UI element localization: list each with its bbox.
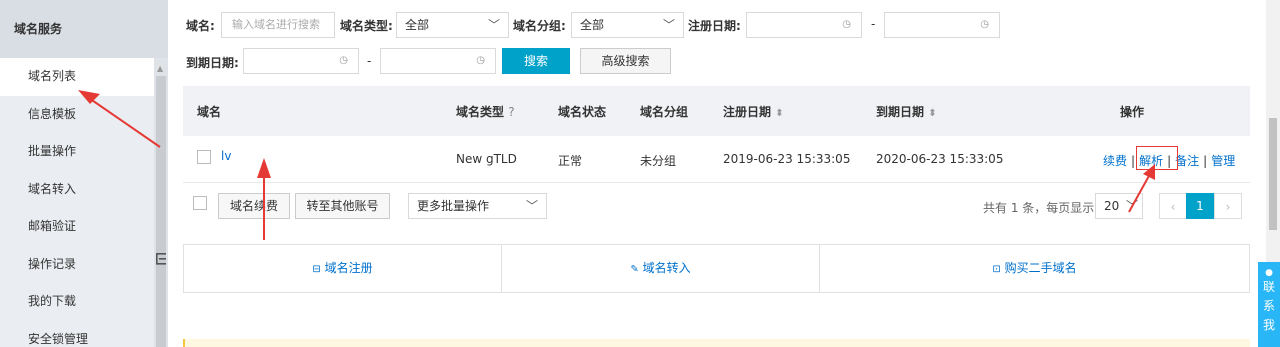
table-footer: 域名续费 转至其他账号 更多批量操作 ﹀ 共有 1 条，每页显示: 20 ﹀ ‹… — [183, 183, 1250, 227]
sidebar-item-domain-list[interactable]: 域名列表 — [0, 58, 154, 96]
advanced-search-button[interactable]: 高级搜索 — [580, 48, 671, 74]
domain-type-value: 全部 — [405, 18, 430, 32]
domain-transfer-label: 域名转入 — [642, 261, 691, 275]
domain-register-label: 域名注册 — [324, 261, 373, 275]
register-icon: ⊟ — [312, 264, 321, 275]
col-reg-date[interactable]: 注册日期 ⬍ — [723, 103, 784, 120]
cell-type: New gTLD — [456, 152, 517, 166]
col-type-label: 域名类型 — [456, 105, 505, 119]
domain-transfer-action[interactable]: ✎ 域名转入 — [502, 245, 819, 292]
calendar-icon: ◷ — [842, 19, 851, 30]
sidebar-item-batch-ops[interactable]: 批量操作 — [0, 133, 154, 171]
select-all-checkbox[interactable] — [193, 196, 207, 210]
col-reg-date-label: 注册日期 — [723, 105, 772, 119]
cell-status: 正常 — [558, 154, 583, 168]
prev-page-button[interactable]: ‹ — [1159, 193, 1187, 219]
col-group: 域名分组 — [640, 105, 689, 119]
col-exp-date-label: 到期日期 — [876, 105, 925, 119]
cart-icon: ⊡ — [992, 264, 1001, 275]
more-batch-value: 更多批量操作 — [417, 199, 490, 213]
reg-date-label: 注册日期: — [688, 19, 741, 33]
domain-group-value: 全部 — [580, 18, 605, 32]
page-size-value: 20 — [1104, 199, 1120, 213]
cell-group: 未分组 — [640, 154, 677, 168]
domain-register-action[interactable]: ⊟ 域名注册 — [184, 245, 501, 292]
table-header: 域名 域名类型 ? 域名状态 域名分组 注册日期 ⬍ 到期日期 ⬍ 操作 — [183, 86, 1250, 136]
sidebar-item-info-template[interactable]: 信息模板 — [0, 96, 154, 134]
chevron-down-icon: ﹀ — [1125, 199, 1138, 213]
manage-link[interactable]: 管理 — [1211, 154, 1235, 168]
sidebar-list: 域名列表 信息模板 批量操作 域名转入 邮箱验证 操作记录 我的下载 安全锁管理 — [0, 58, 154, 347]
sidebar-item-email-verify[interactable]: 邮箱验证 — [0, 208, 154, 246]
more-batch-select[interactable]: 更多批量操作 ﹀ — [408, 193, 547, 219]
total-count-text: 共有 1 条，每页显示: — [983, 201, 1099, 215]
col-domain: 域名 — [197, 105, 222, 119]
remark-link[interactable]: 备注 — [1175, 154, 1199, 168]
sidebar-item-domain-transfer[interactable]: 域名转入 — [0, 171, 154, 209]
row-checkbox[interactable] — [197, 150, 211, 164]
cell-reg-date: 2019-06-23 15:33:05 — [723, 152, 851, 166]
collapse-sidebar-icon[interactable] — [156, 252, 168, 268]
contact-us-button[interactable]: ● 联系我 — [1258, 262, 1280, 347]
sidebar: 域名服务 域名列表 信息模板 批量操作 域名转入 邮箱验证 操作记录 我的下载 … — [0, 0, 168, 347]
sort-icon[interactable]: ⬍ — [775, 108, 783, 119]
help-icon[interactable]: ? — [508, 105, 514, 119]
calendar-icon: ◷ — [476, 55, 485, 66]
batch-renew-button[interactable]: 域名续费 — [218, 193, 290, 219]
sort-icon[interactable]: ⬍ — [928, 108, 936, 119]
notice-bar — [183, 339, 1250, 347]
reg-date-end-input[interactable]: ◷ — [884, 12, 1000, 38]
buy-second-hand-action[interactable]: ⊡ 购买二手域名 — [820, 245, 1249, 292]
domain-group-label: 域名分组: — [513, 19, 566, 33]
page: 域名服务 域名列表 信息模板 批量操作 域名转入 邮箱验证 操作记录 我的下载 … — [0, 0, 1280, 347]
col-type: 域名类型 ? — [456, 103, 515, 120]
table-row: lv New gTLD 正常 未分组 2019-06-23 15:33:05 2… — [183, 136, 1250, 183]
calendar-icon: ◷ — [980, 19, 989, 30]
sidebar-item-downloads[interactable]: 我的下载 — [0, 283, 154, 321]
domain-group-select[interactable]: 全部 ﹀ — [571, 12, 684, 38]
reg-date-dash: - — [871, 17, 876, 31]
sidebar-scroll-thumb[interactable] — [156, 76, 166, 347]
sidebar-item-security-lock[interactable]: 安全锁管理 — [0, 321, 154, 347]
domain-type-label: 域名类型: — [340, 19, 393, 33]
page-1-button[interactable]: 1 — [1186, 193, 1214, 219]
domain-type-select[interactable]: 全部 ﹀ — [396, 12, 509, 38]
sidebar-scrollbar[interactable]: ▲ — [154, 58, 168, 347]
chevron-down-icon: ﹀ — [525, 199, 538, 213]
calendar-icon: ◷ — [339, 55, 348, 66]
scroll-up-icon[interactable]: ▲ — [157, 64, 163, 73]
contact-us-label: 联系我 — [1263, 280, 1276, 332]
highlight-box — [1136, 146, 1178, 170]
cell-exp-date: 2020-06-23 15:33:05 — [876, 152, 1004, 166]
domain-search-input[interactable]: 输入域名进行搜索 — [221, 12, 335, 38]
chevron-down-icon: ﹀ — [662, 18, 675, 32]
page-scroll-thumb[interactable] — [1269, 118, 1277, 230]
sidebar-title: 域名服务 — [0, 0, 168, 58]
exp-date-end-input[interactable]: ◷ — [380, 48, 496, 74]
col-status: 域名状态 — [558, 105, 607, 119]
pencil-icon: ✎ — [630, 264, 639, 275]
exp-date-dash: - — [367, 54, 372, 68]
quick-actions: ⊟ 域名注册 ✎ 域名转入 ⊡ 购买二手域名 — [183, 244, 1250, 293]
reg-date-start-input[interactable]: ◷ — [746, 12, 862, 38]
next-page-button[interactable]: › — [1214, 193, 1242, 219]
transfer-account-button[interactable]: 转至其他账号 — [295, 193, 390, 219]
col-exp-date[interactable]: 到期日期 ⬍ — [876, 103, 937, 120]
col-ops: 操作 — [1120, 105, 1145, 119]
search-button[interactable]: 搜索 — [502, 48, 570, 74]
renew-link[interactable]: 续费 — [1103, 154, 1127, 168]
page-size-select[interactable]: 20 ﹀ — [1095, 193, 1143, 219]
sidebar-item-op-records[interactable]: 操作记录 — [0, 246, 154, 284]
domain-label: 域名: — [186, 19, 215, 33]
exp-date-label: 到期日期: — [186, 56, 239, 70]
domain-link[interactable]: lv — [221, 149, 231, 163]
chat-icon: ● — [1265, 268, 1273, 278]
chevron-down-icon: ﹀ — [487, 18, 500, 32]
buy-second-hand-label: 购买二手域名 — [1004, 261, 1077, 275]
exp-date-start-input[interactable]: ◷ — [243, 48, 359, 74]
